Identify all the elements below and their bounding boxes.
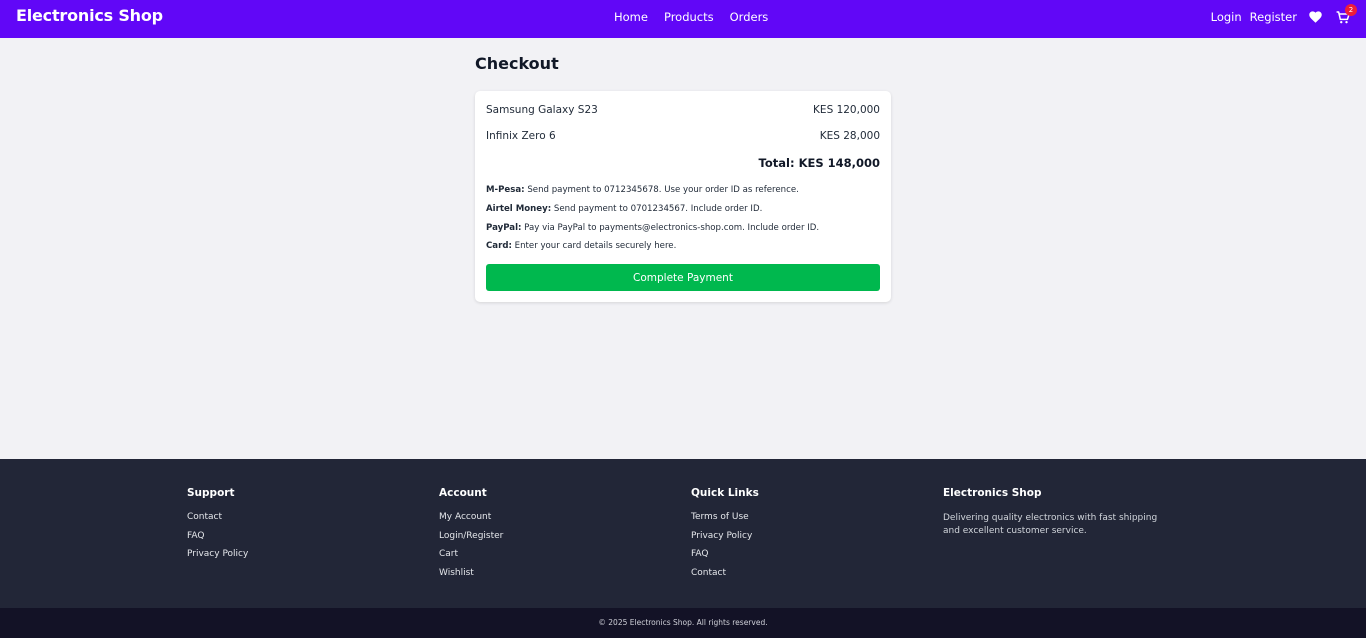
item-price: KES 120,000 [813,104,880,116]
copyright-bar: © 2025 Electronics Shop. All rights rese… [0,608,1366,638]
payment-method-text: Pay via PayPal to payments@electronics-s… [521,223,820,233]
payment-method-text: Send payment to 0712345678. Use your ord… [524,185,799,195]
item-name: Samsung Galaxy S23 [486,104,598,116]
footer-link-contact[interactable]: Contact [691,568,759,587]
cart-count-badge: 2 [1345,4,1357,16]
payment-method-mpesa: M-Pesa: Send payment to 0712345678. Use … [486,185,799,195]
payment-method-label: PayPal: [486,223,522,233]
complete-payment-button[interactable]: Complete Payment [486,264,880,291]
nav-home[interactable]: Home [614,10,648,24]
page-title: Checkout [475,54,559,73]
cart-item-row: Samsung Galaxy S23 KES 120,000 [486,104,880,116]
footer-link-privacy[interactable]: Privacy Policy [187,549,248,568]
register-link[interactable]: Register [1250,10,1297,24]
payment-method-label: Card: [486,241,512,251]
payment-method-airtel: Airtel Money: Send payment to 0701234567… [486,204,762,214]
item-price: KES 28,000 [819,130,880,142]
footer-account-column: Account My Account Login/Register Cart W… [439,487,503,586]
payment-method-text: Enter your card details securely here. [511,241,677,251]
footer-heading: Electronics Shop [943,487,1042,499]
footer-link-privacy[interactable]: Privacy Policy [691,531,759,550]
footer-quick-links-column: Quick Links Terms of Use Privacy Policy … [691,487,759,586]
payment-method-paypal: PayPal: Pay via PayPal to payments@elect… [486,223,819,233]
payment-method-card: Card: Enter your card details securely h… [486,241,676,251]
nav-orders[interactable]: Orders [730,10,769,24]
site-footer: Support Contact FAQ Privacy Policy Accou… [0,459,1366,608]
payment-method-text: Send payment to 0701234567. Include orde… [551,204,763,214]
footer-link-terms[interactable]: Terms of Use [691,512,759,531]
footer-link-faq[interactable]: FAQ [691,549,759,568]
footer-support-column: Support Contact FAQ Privacy Policy [187,487,248,568]
cart-icon[interactable]: 2 [1336,4,1357,24]
payment-method-label: M-Pesa: [486,185,525,195]
item-name: Infinix Zero 6 [486,130,556,142]
footer-link-my-account[interactable]: My Account [439,512,503,531]
login-link[interactable]: Login [1211,10,1242,24]
nav-actions: Login Register 2 [1211,4,1357,24]
footer-link-cart[interactable]: Cart [439,549,503,568]
footer-link-contact[interactable]: Contact [187,512,248,531]
footer-about-text: Delivering quality electronics with fast… [943,513,1158,536]
footer-link-faq[interactable]: FAQ [187,531,248,550]
top-navbar: Electronics Shop Home Products Orders Lo… [0,0,1366,38]
nav-products[interactable]: Products [664,10,714,24]
cart-item-row: Infinix Zero 6 KES 28,000 [486,130,880,142]
brand-logo[interactable]: Electronics Shop [16,6,163,25]
order-total: Total: KES 148,000 [758,156,880,170]
main-nav: Home Products Orders [614,10,768,24]
wishlist-heart-icon[interactable] [1308,10,1322,24]
footer-link-wishlist[interactable]: Wishlist [439,568,503,587]
footer-link-login-register[interactable]: Login/Register [439,531,503,550]
footer-heading: Account [439,487,487,499]
footer-heading: Quick Links [691,487,759,499]
footer-heading: Support [187,487,235,499]
payment-method-label: Airtel Money: [486,204,552,214]
footer-about-column: Electronics Shop Delivering quality elec… [943,487,1173,538]
checkout-card: Samsung Galaxy S23 KES 120,000 Infinix Z… [475,91,891,302]
